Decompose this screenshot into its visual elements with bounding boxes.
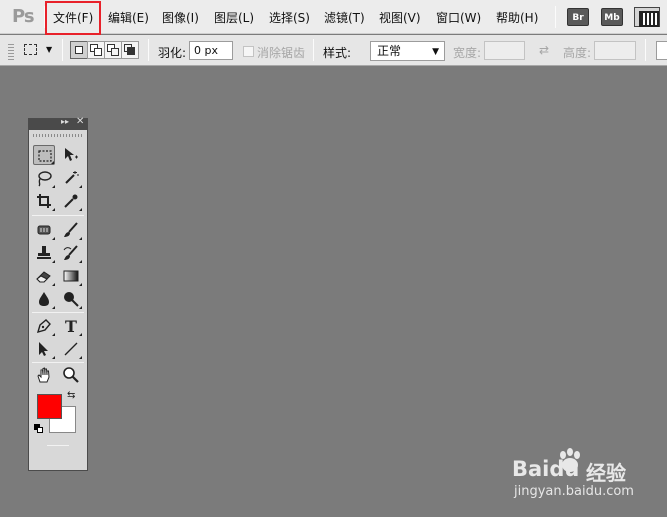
lasso-icon[interactable]	[33, 168, 55, 188]
style-label: 样式:	[323, 46, 352, 60]
brush-icon[interactable]	[60, 220, 82, 240]
options-grip[interactable]	[8, 42, 14, 60]
default-colors-icon[interactable]	[34, 424, 43, 433]
eyedropper-icon[interactable]	[60, 191, 82, 211]
photoshop-logo: Ps	[12, 6, 35, 27]
watermark-url: jingyan.baidu.com	[514, 484, 634, 499]
menu-separator	[44, 6, 45, 28]
quick-mask-divider	[47, 445, 69, 446]
path-selection-icon[interactable]	[33, 339, 55, 359]
hand-icon[interactable]	[33, 365, 55, 385]
baidu-paw-icon	[560, 448, 580, 472]
screen-mode-icon[interactable]	[634, 7, 660, 27]
subtract-from-selection-button[interactable]	[104, 41, 122, 59]
swap-colors-icon[interactable]: ⇆	[67, 390, 75, 401]
pen-icon[interactable]	[33, 316, 55, 336]
line-icon[interactable]	[60, 339, 82, 359]
chevron-down-icon: ▼	[432, 47, 439, 57]
options-separator	[148, 39, 149, 61]
height-input[interactable]	[594, 41, 636, 60]
width-label: 宽度:	[453, 46, 482, 60]
options-separator	[645, 39, 646, 61]
options-separator	[313, 39, 314, 61]
menu-select[interactable]: 选择(S)	[269, 9, 310, 27]
rectangular-marquee-icon	[24, 44, 37, 55]
dodge-icon[interactable]	[60, 289, 82, 309]
eraser-icon[interactable]	[33, 266, 55, 286]
style-select[interactable]: 正常 ▼	[370, 41, 445, 61]
type-tool-glyph: T	[65, 317, 77, 335]
watermark-suffix: 经验	[586, 461, 626, 485]
tools-separator	[32, 312, 84, 313]
style-select-value: 正常	[377, 44, 402, 58]
add-to-selection-button[interactable]	[87, 41, 105, 59]
options-bar: ▼ 羽化: 0 px 消除锯齿 样式: 正常 ▼ 宽度: ⇄ 高度:	[0, 35, 667, 66]
tool-preset-picker[interactable]: ▼	[22, 41, 56, 59]
antialias-label: 消除锯齿	[257, 46, 306, 60]
history-brush-icon[interactable]	[60, 243, 82, 263]
tools-panel-header[interactable]: ▸▸ ✕	[29, 116, 87, 130]
intersect-selection-button[interactable]	[121, 41, 139, 59]
collapse-icon[interactable]: ▸▸	[61, 117, 69, 126]
menu-file[interactable]: 文件(F)	[44, 1, 102, 35]
width-input[interactable]	[484, 41, 525, 60]
menu-filter[interactable]: 滤镜(T)	[324, 9, 365, 27]
tools-panel-grip[interactable]	[33, 134, 83, 137]
bridge-button[interactable]: Br	[567, 8, 589, 26]
menu-bar: Ps 文件(F) 编辑(E) 图像(I) 图层(L) 选择(S) 滤镜(T) 视…	[0, 0, 667, 35]
type-icon[interactable]: T	[60, 316, 82, 336]
close-icon[interactable]: ✕	[76, 116, 84, 127]
menu-separator	[555, 6, 556, 28]
foreground-color-swatch[interactable]	[37, 394, 62, 419]
menu-layer[interactable]: 图层(L)	[214, 9, 254, 27]
menu-image[interactable]: 图像(I)	[162, 9, 199, 27]
swap-icon[interactable]: ⇄	[539, 43, 549, 57]
feather-label: 羽化:	[158, 46, 187, 60]
gradient-icon[interactable]	[60, 266, 82, 286]
clone-stamp-icon[interactable]	[33, 243, 55, 263]
magic-wand-icon[interactable]	[60, 168, 82, 188]
healing-brush-icon[interactable]	[33, 220, 55, 240]
rectangular-marquee-icon[interactable]	[33, 145, 55, 165]
refine-edge-button[interactable]	[656, 41, 667, 60]
mini-bridge-button[interactable]: Mb	[601, 8, 623, 26]
antialias-checkbox[interactable]	[243, 46, 254, 57]
move-icon[interactable]	[60, 145, 82, 165]
menu-help[interactable]: 帮助(H)	[496, 9, 538, 27]
blur-icon[interactable]	[33, 289, 55, 309]
tools-panel: ▸▸ ✕ T ⇆	[28, 116, 88, 471]
height-label: 高度:	[563, 46, 592, 60]
tools-separator	[32, 215, 84, 216]
options-separator	[62, 39, 63, 61]
new-selection-button[interactable]	[70, 41, 88, 59]
menu-window[interactable]: 窗口(W)	[436, 9, 481, 27]
feather-input[interactable]: 0 px	[189, 41, 233, 60]
zoom-icon[interactable]	[60, 365, 82, 385]
chevron-down-icon: ▼	[46, 45, 53, 54]
crop-icon[interactable]	[33, 191, 55, 211]
menu-view[interactable]: 视图(V)	[379, 9, 421, 27]
menu-edit[interactable]: 编辑(E)	[108, 9, 149, 27]
tools-separator	[32, 362, 84, 363]
